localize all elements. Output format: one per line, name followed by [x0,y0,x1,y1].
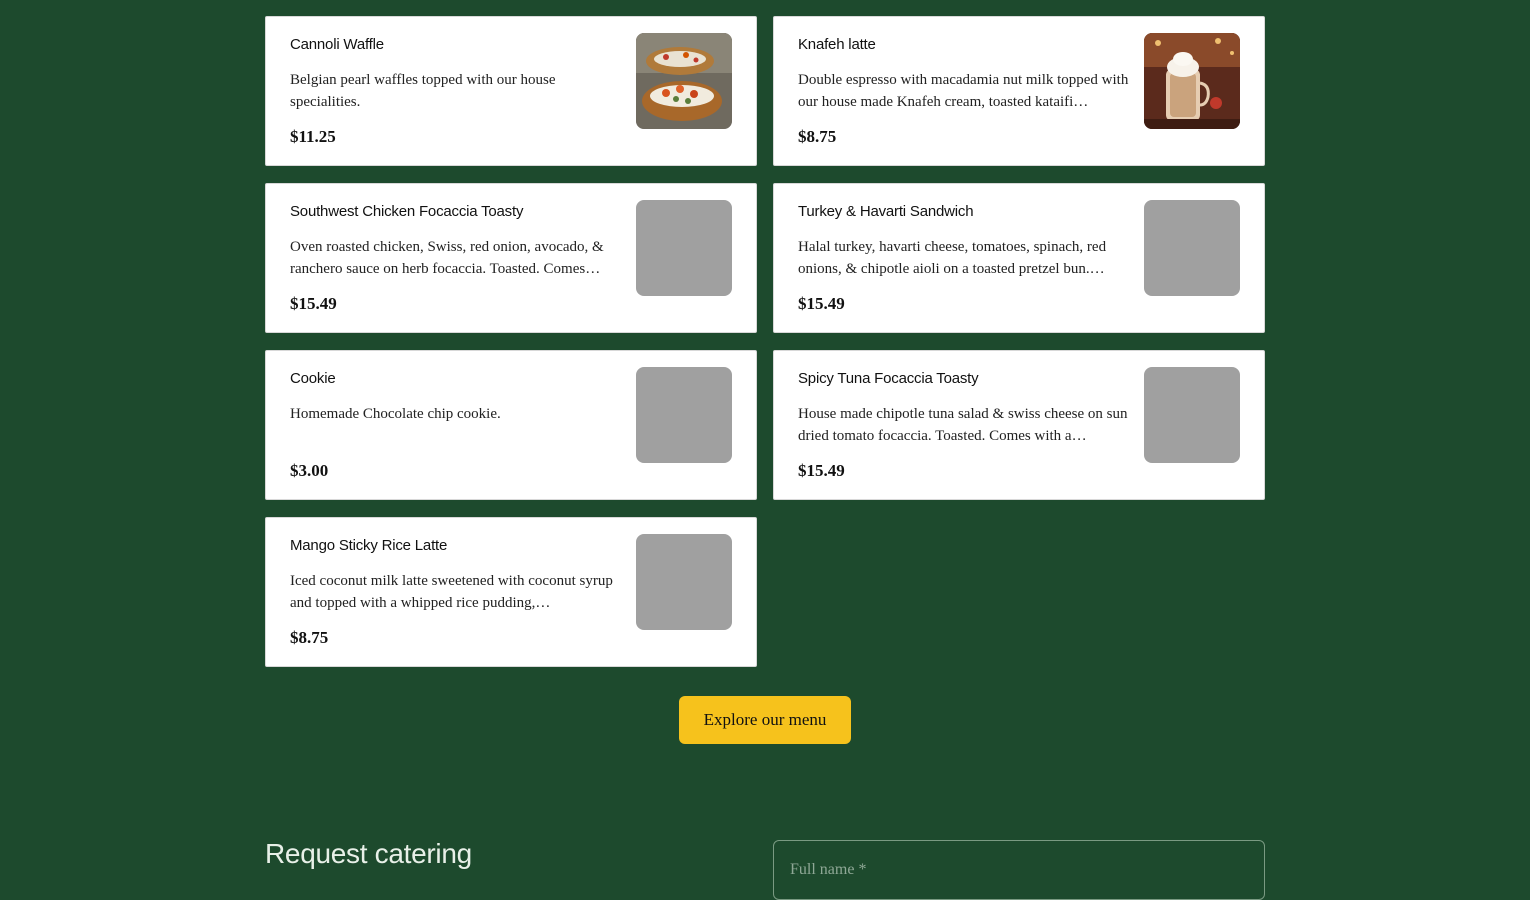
menu-item-price: $15.49 [798,461,845,480]
menu-item-name: Turkey & Havarti Sandwich [798,203,974,220]
menu-item-image-placeholder [636,534,732,630]
menu-item-card[interactable]: Cookie Homemade Chocolate chip cookie. $… [265,350,757,500]
menu-item-description: Iced coconut milk latte sweetened with c… [290,573,613,611]
menu-item-card[interactable]: Mango Sticky Rice Latte Iced coconut mil… [265,517,757,667]
menu-item-name: Cookie [290,370,336,387]
menu-item-name: Knafeh latte [798,36,876,53]
menu-item-name: Mango Sticky Rice Latte [290,537,448,554]
menu-item-image-placeholder [1144,367,1240,463]
menu-item-price: $8.75 [290,628,329,647]
menu-item-price: $15.49 [798,294,845,313]
menu-item-description: Halal turkey, havarti cheese, tomatoes, … [798,239,1107,277]
menu-item-price: $15.49 [290,294,337,313]
menu-item-image-placeholder [636,200,732,296]
menu-item-price: $11.25 [290,127,336,146]
menu-item-description: Double espresso with macadamia nut milk … [798,72,1129,110]
latte-photo [1144,33,1240,129]
menu-item-description: Belgian pearl waffles topped with our ho… [290,72,556,110]
menu-item-card[interactable]: Spicy Tuna Focaccia Toasty House made ch… [773,350,1265,500]
menu-item-price: $3.00 [290,461,329,480]
menu-item-card[interactable]: Turkey & Havarti Sandwich Halal turkey, … [773,183,1265,333]
menu-grid: Cannoli Waffle Belgian pearl waffles top… [265,16,1265,667]
menu-item-name: Southwest Chicken Focaccia Toasty [290,203,524,220]
full-name-input[interactable] [773,840,1265,900]
menu-item-image-placeholder [1144,200,1240,296]
menu-item-image [636,33,732,129]
menu-item-card[interactable]: Southwest Chicken Focaccia Toasty Oven r… [265,183,757,333]
menu-item-description: Homemade Chocolate chip cookie. [290,406,501,422]
menu-item-description: Oven roasted chicken, Swiss, red onion, … [290,239,604,277]
menu-item-price: $8.75 [798,127,837,146]
menu-item-card[interactable]: Cannoli Waffle Belgian pearl waffles top… [265,16,757,166]
menu-item-image [1144,33,1240,129]
menu-item-name: Cannoli Waffle [290,36,384,53]
catering-heading: Request catering [265,838,472,869]
menu-item-card[interactable]: Knafeh latte Double espresso with macada… [773,16,1265,166]
waffle-photo [636,33,732,129]
menu-item-image-placeholder [636,367,732,463]
menu-item-description: House made chipotle tuna salad & swiss c… [798,406,1128,444]
explore-menu-button[interactable]: Explore our menu [679,696,851,744]
menu-item-name: Spicy Tuna Focaccia Toasty [798,370,979,387]
